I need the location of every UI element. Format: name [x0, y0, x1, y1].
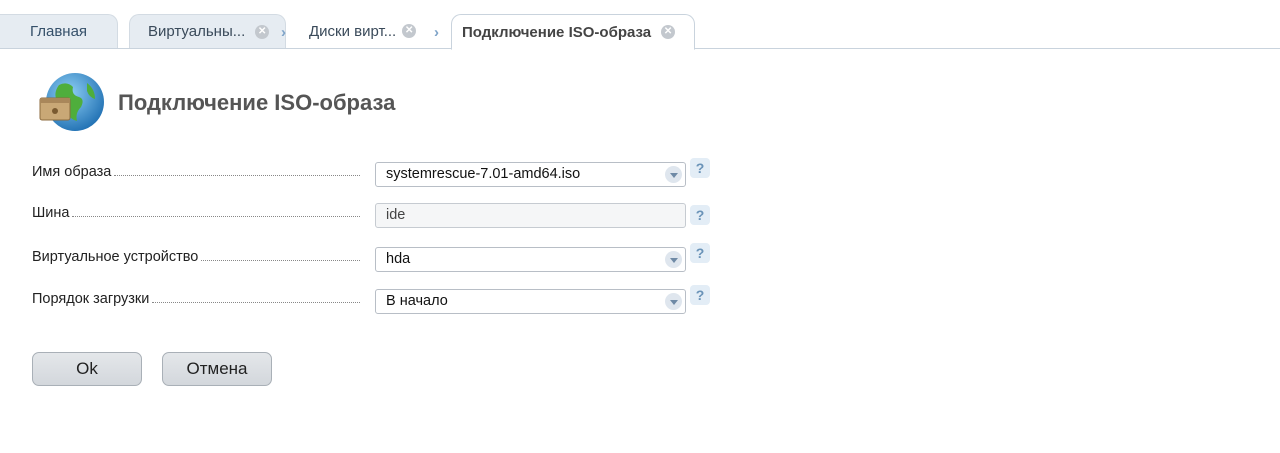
help-icon[interactable]: ?	[690, 285, 710, 305]
tab-home[interactable]: Главная	[0, 14, 118, 48]
close-icon[interactable]: ✕	[402, 24, 417, 38]
form-row-image-name: Имя образа systemrescue-7.01-amd64.iso ?	[32, 158, 712, 188]
device-value: hda	[386, 251, 411, 267]
chevron-right-icon: ›	[434, 24, 439, 41]
device-label-row: Виртуальное устройство	[32, 249, 360, 265]
boot-order-value: В начало	[386, 293, 448, 309]
tab-iso-mount-label: Подключение ISO-образа	[462, 23, 652, 41]
help-icon[interactable]: ?	[690, 243, 710, 263]
form-row-bus: Шина ide ?	[32, 203, 712, 229]
help-icon[interactable]: ?	[690, 205, 710, 225]
tab-iso-mount[interactable]: Подключение ISO-образа ✕	[451, 14, 695, 50]
tab-virtual-machines-label: Виртуальны...	[148, 23, 246, 40]
dotted-leader	[114, 175, 360, 176]
bus-label-row: Шина	[32, 205, 360, 221]
boot-order-select[interactable]: В начало	[375, 289, 686, 314]
dotted-leader	[72, 216, 360, 217]
tab-home-label: Главная	[29, 23, 88, 40]
boot-order-label-row: Порядок загрузки	[32, 291, 360, 307]
dotted-leader	[152, 302, 360, 303]
help-icon[interactable]: ?	[690, 158, 710, 178]
tab-virtual-disks-label: Диски вирт...	[309, 22, 397, 40]
bus-label: Шина	[32, 205, 70, 221]
dotted-leader	[201, 260, 360, 261]
device-select[interactable]: hda	[375, 247, 686, 272]
tab-virtual-disks[interactable]: Диски вирт... ✕	[291, 14, 444, 48]
chevron-down-icon[interactable]	[665, 293, 682, 310]
close-icon[interactable]: ✕	[255, 24, 270, 39]
chevron-down-icon[interactable]	[665, 166, 682, 183]
globe-disk-icon	[39, 73, 104, 131]
page-title: Подключение ISO-образа	[118, 90, 396, 115]
chevron-down-icon[interactable]	[665, 251, 682, 268]
image-name-label: Имя образа	[32, 164, 112, 180]
bus-value: ide	[386, 207, 406, 223]
device-label: Виртуальное устройство	[32, 249, 199, 265]
cancel-button[interactable]: Отмена	[162, 352, 272, 386]
chevron-right-icon: ›	[281, 24, 286, 41]
boot-order-label: Порядок загрузки	[32, 291, 150, 307]
close-icon[interactable]: ✕	[661, 25, 676, 39]
image-name-value: systemrescue-7.01-amd64.iso	[386, 166, 581, 182]
image-name-select[interactable]: systemrescue-7.01-amd64.iso	[375, 162, 686, 187]
bus-field: ide	[375, 203, 686, 228]
tab-virtual-machines[interactable]: Виртуальны... ✕	[129, 14, 286, 48]
ok-button[interactable]: Ok	[32, 352, 142, 386]
form-row-device: Виртуальное устройство hda ?	[32, 243, 712, 273]
tab-bar: Главная Виртуальны... ✕ › Диски вирт... …	[0, 0, 1280, 50]
form-row-boot-order: Порядок загрузки В начало ?	[32, 285, 712, 315]
image-name-label-row: Имя образа	[32, 164, 360, 180]
